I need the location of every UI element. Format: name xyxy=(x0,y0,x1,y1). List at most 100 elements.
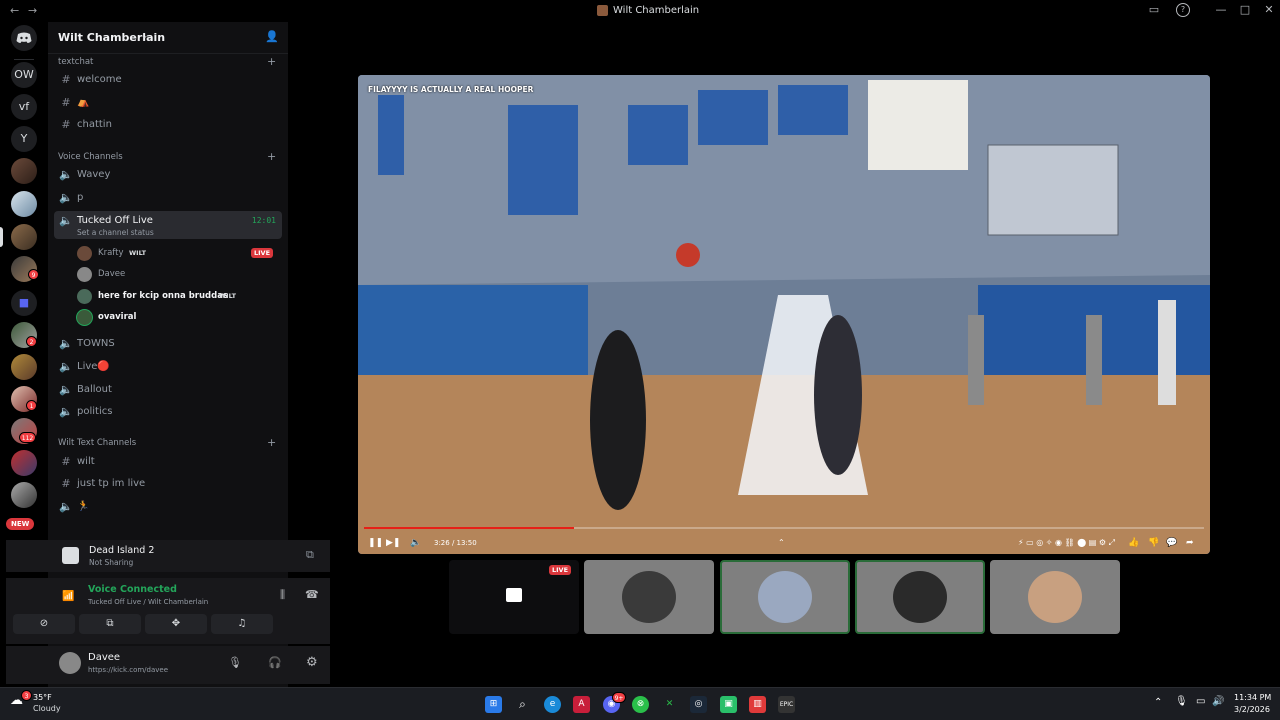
tray-microphone-icon[interactable]: 🎙 xyxy=(1175,696,1188,707)
screen-share-icon[interactable]: ⧉ xyxy=(306,548,314,562)
speaker-icon: 🔈 xyxy=(59,405,73,418)
soundboard-button[interactable]: ♫ xyxy=(211,614,273,634)
tile-participant-3[interactable] xyxy=(855,560,985,634)
server-avatar-9[interactable] xyxy=(11,450,37,476)
hash-icon: # xyxy=(61,477,71,490)
voice-channel-ballout[interactable]: 🔈 Ballout xyxy=(54,380,282,400)
volume-icon[interactable]: 🔈 xyxy=(410,538,421,548)
adobe-icon[interactable]: A xyxy=(573,696,590,713)
server-avatar-6[interactable] xyxy=(11,354,37,380)
server-ow[interactable]: OW xyxy=(11,62,37,88)
category-textchat[interactable]: textchat xyxy=(58,57,93,67)
tile-participant-1[interactable] xyxy=(584,560,714,634)
stream-video[interactable]: FILAYYYY IS ACTUALLY A REAL HOOPER ❚❚ ▶❚… xyxy=(358,75,1210,554)
tile-screen-share[interactable]: LIVE xyxy=(449,560,579,634)
search-icon[interactable]: ⌕ xyxy=(514,696,531,713)
share-screen-button[interactable]: ⧉ xyxy=(79,614,141,634)
server-avatar-10[interactable] xyxy=(11,482,37,508)
clock-time[interactable]: 11:34 PM xyxy=(1234,693,1271,702)
camera-off-button[interactable]: ⊘ xyxy=(13,614,75,634)
voice-user-ovaviral[interactable]: ovaviral xyxy=(77,309,283,327)
tray-chevron-up-icon[interactable]: ⌃ xyxy=(1154,697,1162,708)
microphone-icon[interactable]: 🎙 xyxy=(228,656,242,669)
headphones-icon[interactable]: 🎧 xyxy=(268,656,282,669)
category-wilt-text[interactable]: Wilt Text Channels xyxy=(58,438,136,448)
server-avatar-1[interactable] xyxy=(11,158,37,184)
add-friend-icon[interactable]: 👤 xyxy=(265,30,279,43)
minimize-icon[interactable]: — xyxy=(1214,3,1228,17)
voice-user-here-for-kcip[interactable]: here for kcip onna bruddas WILT xyxy=(77,288,283,306)
steam-icon[interactable]: ◎ xyxy=(690,696,707,713)
add-channel-icon[interactable]: + xyxy=(267,436,276,449)
channel-welcome[interactable]: # welcome xyxy=(54,70,282,90)
disconnect-icon[interactable]: ☎ xyxy=(305,588,319,601)
channel-tent[interactable]: # ⛺ xyxy=(54,93,282,113)
server-header[interactable]: Wilt Chamberlain ⌄ 👤 xyxy=(48,22,288,54)
live-badge: LIVE xyxy=(549,565,572,575)
pause-icon[interactable]: ❚❚ xyxy=(368,538,383,548)
tray-volume-icon[interactable]: 🔊 xyxy=(1212,696,1224,707)
share-icon[interactable]: ➦ xyxy=(1186,538,1194,548)
forward-arrow-icon[interactable]: → xyxy=(28,4,37,17)
settings-gear-icon[interactable]: ⚙ xyxy=(306,655,318,670)
excel-icon[interactable]: ✕ xyxy=(661,696,678,713)
weather-desc[interactable]: Cloudy xyxy=(33,704,61,713)
app-icon[interactable]: ▣ xyxy=(720,696,737,713)
back-arrow-icon[interactable]: ← xyxy=(10,4,19,17)
server-badge: 112 xyxy=(19,432,36,443)
xbox-icon[interactable]: ⊗ xyxy=(632,696,649,713)
voice-user-davee[interactable]: Davee xyxy=(77,266,283,284)
voice-channel-wavey[interactable]: 🔈 Wavey xyxy=(54,165,282,185)
category-voice[interactable]: Voice Channels xyxy=(58,152,123,162)
voice-channel-towns[interactable]: 🔈 TOWNS xyxy=(54,334,282,354)
like-icon[interactable]: 👍 xyxy=(1128,538,1139,548)
weather-temp[interactable]: 35°F xyxy=(33,693,52,702)
folder-icon[interactable]: ■ xyxy=(11,290,37,316)
tile-participant-4[interactable] xyxy=(990,560,1120,634)
voice-channel-runner[interactable]: 🔈 🏃 xyxy=(54,497,282,517)
discord-home-icon[interactable] xyxy=(11,25,37,51)
user-avatar[interactable] xyxy=(59,652,81,674)
tray-display-icon[interactable]: ▭ xyxy=(1196,696,1205,707)
maximize-icon[interactable]: □ xyxy=(1238,3,1252,17)
chevron-down-icon: ⌄ xyxy=(141,31,149,41)
seek-bar[interactable] xyxy=(364,527,1204,529)
voice-channel-live[interactable]: 🔈 Live🔴 xyxy=(54,357,282,377)
comment-icon[interactable]: 💬 xyxy=(1166,538,1177,548)
guild-tag: WILT xyxy=(219,292,237,300)
news-icon[interactable]: ▥ xyxy=(749,696,766,713)
activities-button[interactable]: ✥ xyxy=(145,614,207,634)
dislike-icon[interactable]: 👎 xyxy=(1148,538,1159,548)
server-avatar-2[interactable] xyxy=(11,191,37,217)
video-time: 3:26 / 13:50 xyxy=(434,539,477,547)
epic-games-icon[interactable]: EPIC xyxy=(778,696,795,713)
inbox-icon[interactable]: ▭ xyxy=(1147,3,1161,17)
voice-channel-p[interactable]: 🔈 p xyxy=(54,188,282,208)
edge-icon[interactable]: e xyxy=(544,696,561,713)
server-wilt[interactable] xyxy=(11,224,37,250)
add-channel-icon[interactable]: + xyxy=(267,150,276,163)
windows-start-icon[interactable]: ⊞ xyxy=(485,696,502,713)
server-vf[interactable]: vf xyxy=(11,94,37,120)
clock-date[interactable]: 3/2/2026 xyxy=(1234,705,1270,714)
chevron-up-icon[interactable]: ⌃ xyxy=(778,538,785,547)
close-icon[interactable]: ✕ xyxy=(1262,3,1276,17)
voice-user-krafty[interactable]: Krafty WILT LIVE xyxy=(77,245,283,263)
next-icon[interactable]: ▶❚ xyxy=(386,538,400,548)
server-y[interactable]: Y xyxy=(11,126,37,152)
channel-wilt[interactable]: # wilt xyxy=(54,452,282,472)
player-settings-icons[interactable]: ⚡ ▭ ◎ ✧ ◉ ⛓ ⬤ ▤ ⚙ ⤢ xyxy=(1018,538,1115,548)
voice-channel-politics[interactable]: 🔈 politics xyxy=(54,402,282,422)
soundboard-icon[interactable]: ⫼ xyxy=(280,588,285,602)
channel-just-tp[interactable]: # just tp im live xyxy=(54,474,282,494)
tile-participant-2[interactable] xyxy=(720,560,850,634)
activity-panel[interactable]: Dead Island 2 Not Sharing ⧉ xyxy=(6,540,330,572)
channel-chattin[interactable]: # chattin xyxy=(54,115,282,135)
help-icon[interactable]: ? xyxy=(1176,3,1190,17)
voice-channel-tucked-off-live[interactable]: 🔈 Tucked Off Live Set a channel status 1… xyxy=(54,211,282,239)
channel-sidebar: Wilt Chamberlain ⌄ 👤 textchat + # welcome… xyxy=(6,22,330,687)
speaker-icon: 🔈 xyxy=(59,191,73,204)
channel-status[interactable]: Set a channel status xyxy=(77,228,154,237)
signal-icon[interactable]: 📶 xyxy=(62,591,74,602)
add-channel-icon[interactable]: + xyxy=(267,55,276,68)
